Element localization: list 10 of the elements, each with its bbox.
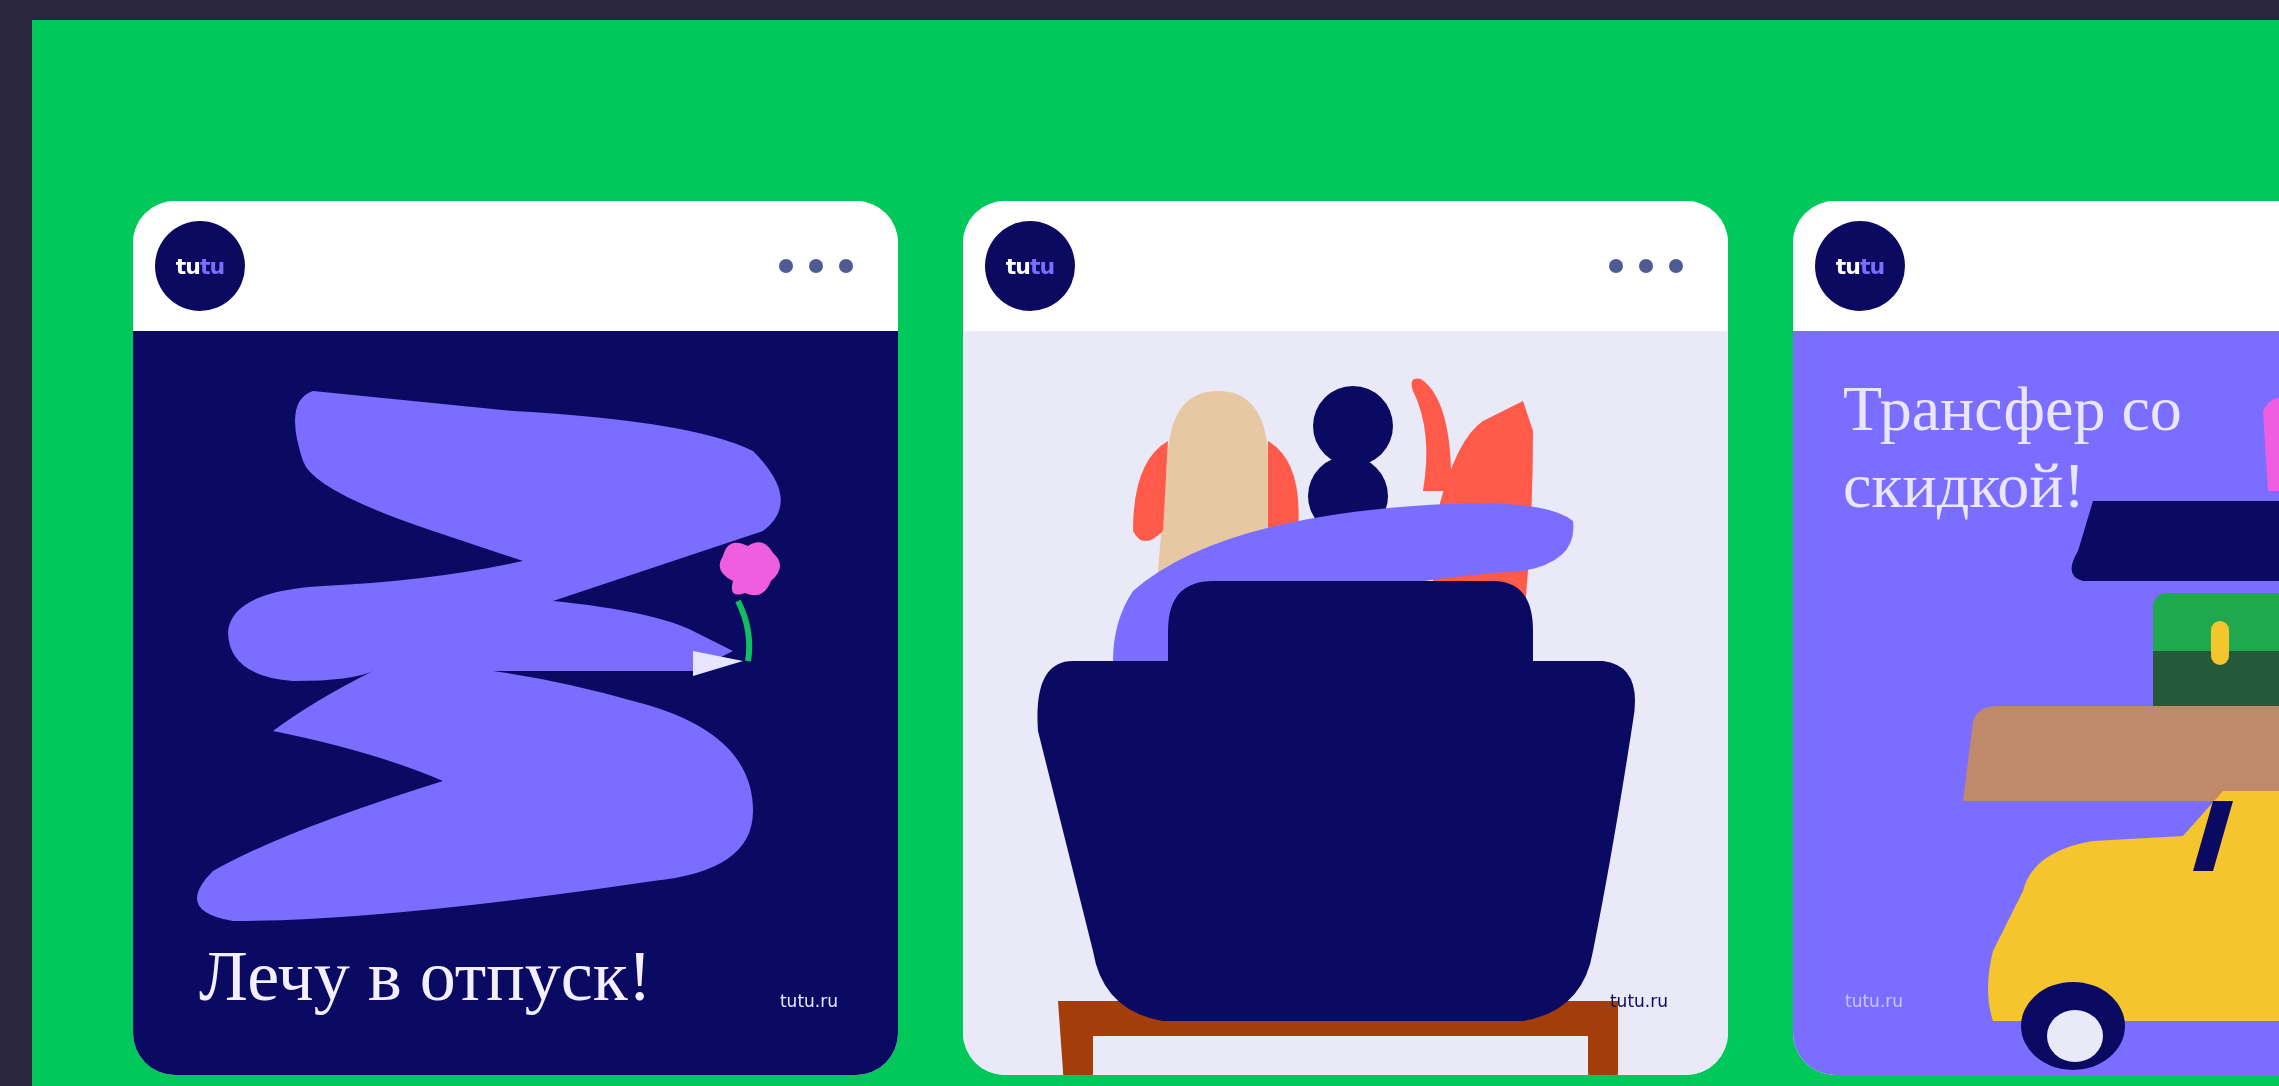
- logo-text: tutu: [175, 253, 225, 279]
- more-icon[interactable]: [1608, 258, 1684, 274]
- post-caption: Трансфер со скидкой!: [1843, 372, 2183, 523]
- site-name: tutu.ru: [1845, 991, 1904, 1011]
- more-icon[interactable]: [778, 258, 854, 274]
- logo-text: tutu: [1005, 253, 1055, 279]
- site-name: tutu.ru: [1609, 991, 1668, 1011]
- post-caption: Лечу в отпуск!: [199, 934, 653, 1018]
- logo-text: tutu: [1835, 253, 1885, 279]
- site-name: tutu.ru: [779, 991, 838, 1011]
